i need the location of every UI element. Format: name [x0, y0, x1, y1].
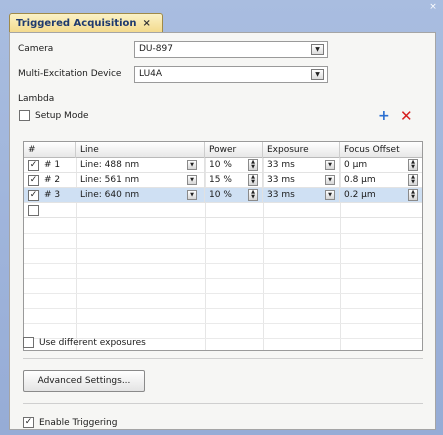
exposure-select[interactable]: 33 ms ▼: [263, 173, 340, 188]
delete-row-icon[interactable]: ✕: [400, 109, 413, 124]
advanced-settings-button[interactable]: Advanced Settings...: [23, 370, 145, 392]
setup-mode-label: Setup Mode: [35, 111, 89, 121]
enable-triggering-label: Enable Triggering: [39, 418, 118, 428]
window-frame: × Triggered Acquisition × Camera DU-897 ▼…: [0, 0, 443, 435]
grid-line: [24, 263, 422, 264]
exposure-select[interactable]: 33 ms ▼: [263, 188, 340, 203]
row-enable-checkbox[interactable]: ✓: [28, 160, 39, 171]
column-header-power[interactable]: Power: [205, 142, 263, 158]
exposure-value: 33 ms: [267, 190, 295, 200]
spin-arrows-icon[interactable]: ▲ ▼: [248, 174, 258, 186]
line-value: Line: 561 nm: [80, 175, 140, 185]
chevron-down-icon[interactable]: ▼: [187, 190, 197, 200]
row-enable-checkbox[interactable]: ✓: [28, 175, 39, 186]
column-header-index[interactable]: #: [24, 142, 76, 158]
camera-value: DU-897: [139, 44, 173, 54]
focus-offset-spinner[interactable]: 0.8 µm ▲ ▼: [340, 173, 422, 188]
grid-line: [24, 308, 422, 309]
grid-line: [24, 293, 422, 294]
grid-line: [24, 323, 422, 324]
power-value: 10 %: [209, 190, 232, 200]
row-enable-checkbox[interactable]: ✓: [28, 190, 39, 201]
camera-label: Camera: [18, 44, 54, 54]
table-row-selected[interactable]: ✓ # 3 Line: 640 nm ▼ 10 % ▲ ▼ 33 ms ▼ 0.2…: [24, 188, 422, 203]
focus-offset-spinner[interactable]: 0 µm ▲ ▼: [340, 158, 422, 173]
power-value: 15 %: [209, 175, 232, 185]
spin-down-icon[interactable]: ▼: [409, 195, 417, 200]
row-index: # 2: [44, 175, 61, 185]
camera-select[interactable]: DU-897 ▼: [134, 41, 328, 58]
device-value: LU4A: [139, 69, 163, 79]
power-spinner[interactable]: 10 % ▲ ▼: [205, 158, 263, 173]
row-enable-checkbox[interactable]: [28, 205, 39, 216]
add-row-icon[interactable]: +: [378, 109, 390, 123]
grid-line: [24, 278, 422, 279]
tab-label: Triggered Acquisition: [16, 18, 137, 29]
spin-down-icon[interactable]: ▼: [249, 195, 257, 200]
chevron-down-icon[interactable]: ▼: [325, 160, 335, 170]
focus-offset-value: 0 µm: [344, 160, 368, 170]
acquisition-panel: Camera DU-897 ▼ Multi-Excitation Device …: [9, 32, 436, 430]
focus-offset-value: 0.8 µm: [344, 175, 376, 185]
line-select[interactable]: Line: 640 nm ▼: [76, 188, 205, 203]
device-label: Multi-Excitation Device: [18, 69, 122, 79]
chevron-down-icon[interactable]: ▼: [187, 160, 197, 170]
power-spinner[interactable]: 15 % ▲ ▼: [205, 173, 263, 188]
table-row[interactable]: ✓ # 1 Line: 488 nm ▼ 10 % ▲ ▼ 33 ms ▼ 0 µ…: [24, 158, 422, 173]
exposure-value: 33 ms: [267, 160, 295, 170]
column-header-exposure[interactable]: Exposure: [263, 142, 340, 158]
divider: [23, 403, 423, 404]
spin-down-icon[interactable]: ▼: [409, 180, 417, 185]
power-spinner[interactable]: 10 % ▲ ▼: [205, 188, 263, 203]
exposure-value: 33 ms: [267, 175, 295, 185]
chevron-down-icon[interactable]: ▼: [187, 175, 197, 185]
chevron-down-icon[interactable]: ▼: [311, 69, 324, 80]
divider: [23, 358, 423, 359]
table-row-empty[interactable]: [24, 203, 422, 218]
row-index: # 1: [44, 160, 61, 170]
spin-arrows-icon[interactable]: ▲ ▼: [408, 159, 418, 171]
spin-arrows-icon[interactable]: ▲ ▼: [408, 174, 418, 186]
lambda-section-label: Lambda: [18, 94, 55, 104]
column-header-line[interactable]: Line: [76, 142, 205, 158]
grid-line: [24, 248, 422, 249]
column-header-focus-offset[interactable]: Focus Offset: [340, 142, 422, 158]
power-value: 10 %: [209, 160, 232, 170]
line-select[interactable]: Line: 488 nm ▼: [76, 158, 205, 173]
spin-arrows-icon[interactable]: ▲ ▼: [248, 159, 258, 171]
chevron-down-icon[interactable]: ▼: [325, 175, 335, 185]
focus-offset-spinner[interactable]: 0.2 µm ▲ ▼: [340, 188, 422, 203]
table-header: # Line Power Exposure Focus Offset: [24, 142, 422, 158]
spin-down-icon[interactable]: ▼: [249, 165, 257, 170]
enable-triggering-checkbox[interactable]: ✓: [23, 417, 34, 428]
lambda-table: # Line Power Exposure Focus Offset ✓ # 1…: [23, 141, 423, 351]
focus-offset-value: 0.2 µm: [344, 190, 376, 200]
tab-close-icon[interactable]: ×: [142, 18, 150, 29]
chevron-down-icon[interactable]: ▼: [325, 190, 335, 200]
line-value: Line: 488 nm: [80, 160, 140, 170]
spin-arrows-icon[interactable]: ▲ ▼: [248, 189, 258, 201]
line-value: Line: 640 nm: [80, 190, 140, 200]
row-index: # 3: [44, 190, 61, 200]
device-select[interactable]: LU4A ▼: [134, 66, 328, 83]
window-close-icon[interactable]: ×: [427, 1, 439, 13]
setup-mode-checkbox[interactable]: [19, 110, 30, 121]
grid-line: [24, 233, 422, 234]
tab-triggered-acquisition[interactable]: Triggered Acquisition ×: [9, 13, 163, 33]
spin-down-icon[interactable]: ▼: [409, 165, 417, 170]
chevron-down-icon[interactable]: ▼: [311, 44, 324, 55]
exposure-select[interactable]: 33 ms ▼: [263, 158, 340, 173]
different-exposures-checkbox[interactable]: [23, 337, 34, 348]
line-select[interactable]: Line: 561 nm ▼: [76, 173, 205, 188]
table-row[interactable]: ✓ # 2 Line: 561 nm ▼ 15 % ▲ ▼ 33 ms ▼ 0.8…: [24, 173, 422, 188]
different-exposures-label: Use different exposures: [39, 338, 146, 348]
spin-arrows-icon[interactable]: ▲ ▼: [408, 189, 418, 201]
spin-down-icon[interactable]: ▼: [249, 180, 257, 185]
